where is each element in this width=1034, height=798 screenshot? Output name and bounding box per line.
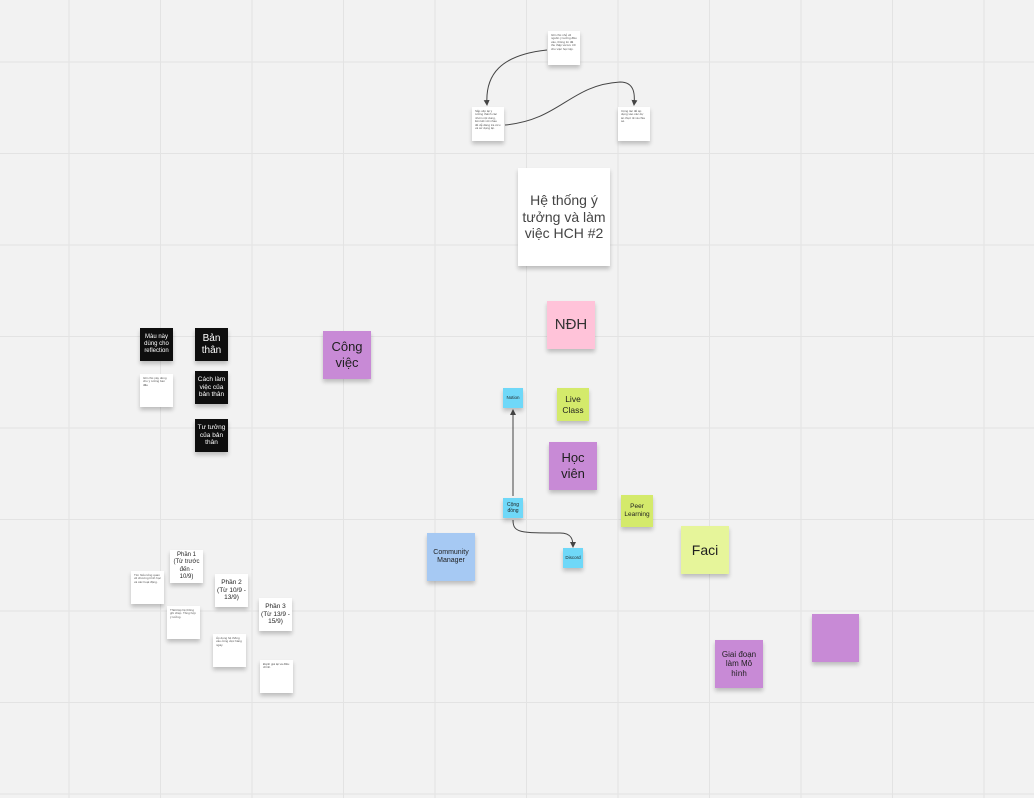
sticky-note-text: Phần 2 (Từ 10/9 - 13/9) <box>217 578 246 602</box>
sticky-note-text: Ghi chú này dùng cho ý tưởng ban đầu <box>143 376 167 387</box>
sticky-note-tu-tuong[interactable]: Tư tưởng của bản thân <box>195 419 228 452</box>
title-note[interactable]: Hệ thống ý tưởng và làm việc HCH #2 <box>518 168 610 266</box>
sticky-note-text: NĐH <box>554 316 588 333</box>
sticky-note-faci[interactable]: Faci <box>681 526 729 574</box>
sticky-note-cong-dong[interactable]: Cộng đồng <box>503 498 523 518</box>
sticky-note-top[interactable]: Ghi chú nhỏ về nguồn ý tưởng đầu vào, th… <box>548 31 580 65</box>
sticky-note-live-class[interactable]: Live Class <box>557 388 589 421</box>
sticky-note-ban-than[interactable]: Bản thân <box>195 328 228 361</box>
sticky-note-community-manager[interactable]: Community Manager <box>427 533 475 581</box>
sticky-note-top-left[interactable]: Sắp xếp lại ý tưởng thành các nhóm nội d… <box>472 107 504 141</box>
sticky-note-text: Màu này dùng cho reflection <box>144 333 169 355</box>
sticky-note-text: Công việc <box>331 339 363 370</box>
sticky-note-cong-viec[interactable]: Công việc <box>323 331 371 379</box>
sticky-note-white-legend[interactable]: Ghi chú này dùng cho ý tưởng ban đầu <box>140 374 173 407</box>
sticky-note-phase-detail-3[interactable]: Áp dụng hệ thống vào công việc hàng ngày… <box>213 634 246 667</box>
connector-top-to-left <box>483 49 548 106</box>
sticky-note-text: Notion <box>506 395 520 401</box>
connector-congdong-to-discord <box>512 519 576 548</box>
sticky-note-text: Tư tưởng của bản thân <box>197 423 226 447</box>
sticky-note-text: Phần 3 (Từ 13/9 - 15/9) <box>261 602 290 626</box>
sticky-note-text: Bản thân <box>201 332 222 356</box>
sticky-note-hoc-vien[interactable]: Học viên <box>549 442 597 490</box>
sticky-note-top-right[interactable]: Cộng tác để áp dụng vào các dự án thực t… <box>618 107 650 141</box>
sticky-note-empty[interactable] <box>812 614 859 662</box>
sticky-note-text: Ghi chú nhỏ về nguồn ý tưởng đầu vào, th… <box>551 33 577 51</box>
sticky-note-text: Cộng đồng <box>507 502 519 514</box>
sticky-note-reflection-legend[interactable]: Màu này dùng cho reflection <box>140 328 173 361</box>
sticky-note-text: Peer Learning <box>624 503 650 518</box>
sticky-note-text: Tìm hiểu tổng quan về chương trình học v… <box>134 573 161 584</box>
sticky-note-phase-2[interactable]: Phần 2 (Từ 10/9 - 13/9) <box>215 574 248 607</box>
whiteboard-canvas[interactable]: Ghi chú nhỏ về nguồn ý tưởng đầu vào, th… <box>0 0 1034 798</box>
sticky-note-text: Áp dụng hệ thống vào công việc hàng ngày… <box>216 636 242 647</box>
sticky-note-text: Sắp xếp lại ý tưởng thành các nhóm nội d… <box>475 109 501 131</box>
connector-left-to-right <box>504 81 638 126</box>
sticky-note-text: Giai đoạn làm Mô hình <box>721 649 757 678</box>
sticky-note-text: Thiết lập hệ thống ghi chép. Tổng hợp ý … <box>170 608 196 619</box>
sticky-note-peer-learning[interactable]: Peer Learning <box>621 495 653 527</box>
sticky-note-text: Đánh giá lại và điều chỉnh. <box>263 662 290 670</box>
sticky-note-discord[interactable]: Discord <box>563 548 583 568</box>
sticky-note-phase-detail-2[interactable]: Thiết lập hệ thống ghi chép. Tổng hợp ý … <box>167 606 200 639</box>
sticky-note-phase-1[interactable]: Phần 1 (Từ trước đến - 10/9) <box>170 550 203 583</box>
sticky-note-text: Cộng tác để áp dụng vào các dự án thực t… <box>621 109 645 124</box>
sticky-note-phase-3[interactable]: Phần 3 (Từ 13/9 - 15/9) <box>259 598 292 631</box>
sticky-note-text: Học viên <box>561 450 585 481</box>
sticky-note-text <box>834 636 838 640</box>
sticky-note-notion[interactable]: Notion <box>503 388 523 408</box>
sticky-note-giai-doan[interactable]: Giai đoạn làm Mô hình <box>715 640 763 688</box>
sticky-note-text: Faci <box>691 541 719 558</box>
title-text: Hệ thống ý tưởng và làm việc HCH #2 <box>522 191 606 242</box>
sticky-note-ndh[interactable]: NĐH <box>547 301 595 349</box>
sticky-note-phase-detail-4[interactable]: Đánh giá lại và điều chỉnh. <box>260 660 293 693</box>
sticky-note-text: Phần 1 (Từ trước đến - 10/9) <box>173 552 200 580</box>
sticky-note-cach-lam-viec[interactable]: Cách làm việc của bản thân <box>195 371 228 404</box>
sticky-note-text: Cách làm việc của bản thân <box>197 375 226 399</box>
sticky-note-text: Live Class <box>562 394 584 415</box>
sticky-note-phase-detail-1[interactable]: Tìm hiểu tổng quan về chương trình học v… <box>131 571 164 604</box>
sticky-note-text: Community Manager <box>433 548 469 564</box>
sticky-note-text: Discord <box>565 555 581 561</box>
